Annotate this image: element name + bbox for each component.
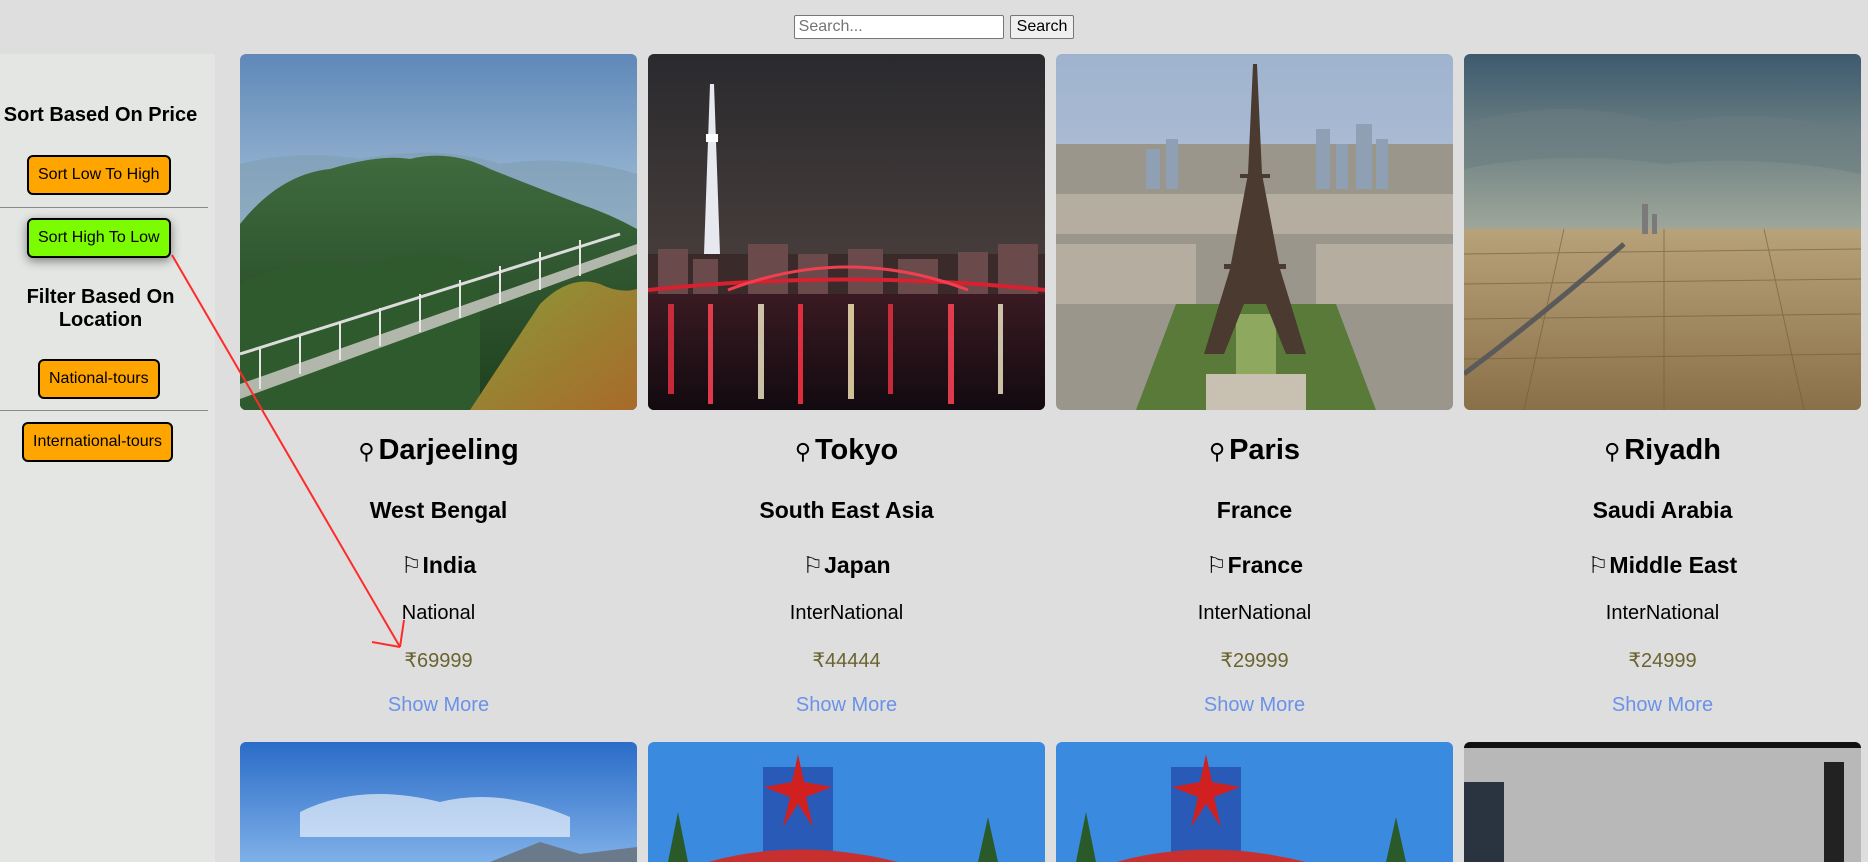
tour-price: ₹24999 bbox=[1628, 650, 1697, 672]
tour-photo-sky bbox=[240, 742, 637, 862]
show-more-link[interactable]: Show More bbox=[240, 694, 637, 717]
tour-card: ⚲ Tokyo South East Asia ⚐Japan InterNatio… bbox=[648, 54, 1045, 716]
tour-region: France bbox=[1216, 497, 1293, 523]
show-more-link[interactable]: Show More bbox=[1056, 694, 1453, 717]
tour-price: ₹29999 bbox=[1220, 650, 1289, 672]
search-bar: Search bbox=[0, 0, 1868, 54]
location-pin-icon: ⚲ bbox=[1208, 439, 1226, 464]
tour-photo-eiffel bbox=[1056, 54, 1453, 410]
tour-city-name: Paris bbox=[1229, 434, 1301, 466]
tour-city: ⚲ Riyadh bbox=[1464, 434, 1861, 467]
sort-low-high-button[interactable]: Sort Low To High bbox=[27, 155, 171, 195]
tour-city: ⚲ Darjeeling bbox=[240, 434, 637, 467]
tour-photo-hills bbox=[240, 54, 637, 410]
tour-region: West Bengal bbox=[369, 497, 508, 523]
show-more-link[interactable]: Show More bbox=[648, 694, 1045, 717]
flag-icon: ⚐ bbox=[400, 552, 422, 578]
national-tours-button[interactable]: National-tours bbox=[38, 359, 160, 399]
location-pin-icon: ⚲ bbox=[358, 439, 375, 464]
tour-photo-tokyo-night bbox=[648, 54, 1045, 410]
tour-country: ⚐Japan bbox=[648, 552, 1045, 579]
flag-icon: ⚐ bbox=[802, 552, 824, 578]
filter-heading: Filter Based On Location bbox=[26, 286, 175, 331]
tour-country-name: Middle East bbox=[1609, 552, 1738, 578]
tour-city-name: Riyadh bbox=[1624, 434, 1721, 466]
tour-type: National bbox=[401, 602, 476, 624]
tour-city: ⚲ Paris bbox=[1056, 434, 1453, 467]
sidebar: Sort Based On Price Sort Low To High Sor… bbox=[0, 54, 215, 862]
tour-price: ₹69999 bbox=[404, 650, 473, 672]
divider bbox=[0, 410, 208, 411]
search-input[interactable] bbox=[793, 15, 1004, 39]
tour-city: ⚲ Tokyo bbox=[648, 434, 1045, 467]
tour-card: ⚲ Darjeeling West Bengal ⚐India National … bbox=[240, 54, 637, 716]
sort-heading: Sort Based On Price bbox=[3, 104, 198, 126]
flag-icon: ⚐ bbox=[1587, 552, 1609, 578]
divider bbox=[0, 207, 208, 208]
tour-card: ⚲ Riyadh Saudi Arabia ⚐Middle East InterN… bbox=[1464, 54, 1861, 716]
tour-country: ⚐Middle East bbox=[1464, 552, 1861, 579]
tour-type: InterNational bbox=[1197, 602, 1312, 624]
sort-high-low-button[interactable]: Sort High To Low bbox=[27, 218, 171, 258]
show-more-link[interactable]: Show More bbox=[1464, 694, 1861, 717]
tour-country-name: France bbox=[1227, 552, 1304, 578]
tour-photo-riyadh bbox=[1464, 54, 1861, 410]
tour-photo-welcome-sign bbox=[1056, 742, 1453, 862]
tour-photo-skyline bbox=[1464, 742, 1861, 862]
tour-card: ⚲ Paris France ⚐France InterNational ₹299… bbox=[1056, 54, 1453, 716]
location-pin-icon: ⚲ bbox=[1604, 439, 1621, 464]
tour-city-name: Tokyo bbox=[814, 434, 899, 466]
tour-price: ₹44444 bbox=[812, 650, 881, 672]
tour-type: InterNational bbox=[1605, 602, 1720, 624]
tour-country-name: Japan bbox=[824, 552, 891, 578]
tour-photo-welcome-sign bbox=[648, 742, 1045, 862]
tour-city-name: Darjeeling bbox=[378, 434, 519, 466]
tour-country-name: India bbox=[422, 552, 477, 578]
search-button[interactable]: Search bbox=[1009, 15, 1075, 39]
tour-region: South East Asia bbox=[759, 497, 934, 523]
tour-country: ⚐France bbox=[1056, 552, 1453, 579]
location-pin-icon: ⚲ bbox=[794, 439, 811, 464]
tour-type: InterNational bbox=[789, 602, 904, 624]
tour-region: Saudi Arabia bbox=[1592, 497, 1733, 523]
international-tours-button[interactable]: International-tours bbox=[22, 422, 173, 462]
tour-country: ⚐India bbox=[240, 552, 637, 579]
flag-icon: ⚐ bbox=[1205, 552, 1227, 578]
